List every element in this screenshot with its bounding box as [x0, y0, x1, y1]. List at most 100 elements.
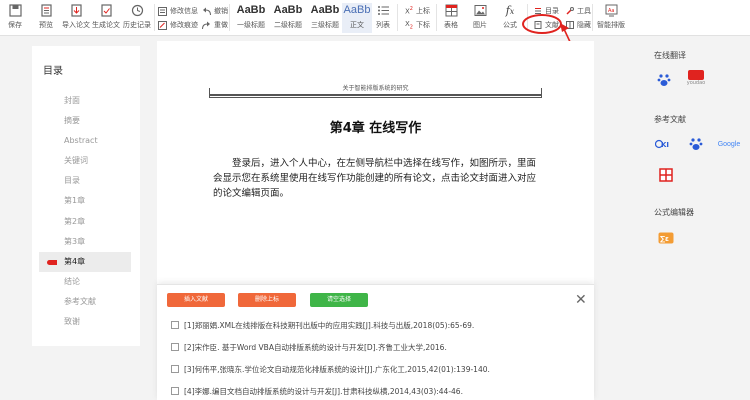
chapter-heading[interactable]: 第4章 在线写作: [157, 117, 594, 136]
table-label: 表格: [444, 21, 458, 29]
body-style-button[interactable]: AaBb 正文: [342, 3, 372, 33]
google-logo-icon[interactable]: Google: [716, 134, 742, 154]
list-icon: [375, 3, 391, 17]
undo-label: 撤销: [214, 7, 228, 15]
preview-icon: [38, 3, 54, 17]
toc-sidebar: 目录 封面 摘要 Abstract 关键词 目录 第1章 第2章 第3章 第4章…: [32, 46, 140, 346]
online-translate-title: 在线翻译: [654, 51, 686, 60]
reference-panel: 插入文献 删除上标 请空选择 ✕ [1]郑丽娟.XML在线排版在科技期刊出版中的…: [157, 284, 594, 400]
smart-layout-label: 智能排版: [597, 21, 625, 29]
toc-item-chapter3[interactable]: 第3章: [64, 232, 85, 252]
subscript-button[interactable]: X2 下标: [405, 19, 430, 31]
import-icon: [68, 3, 84, 17]
toc-item-toc[interactable]: 目录: [64, 171, 80, 191]
reference-row[interactable]: [1]郑丽娟.XML在线排版在科技期刊出版中的应用实践[J].科技与出版,201…: [171, 318, 474, 332]
toolbar-divider: [397, 4, 398, 31]
remove-superscript-button[interactable]: 删除上标: [238, 293, 296, 307]
header-rule-thin: [209, 97, 542, 98]
reference-checkbox[interactable]: [171, 387, 179, 395]
track-info-icon: [158, 6, 167, 16]
heading3-style-button[interactable]: AaBb 三级标题: [305, 3, 345, 33]
reference-checkbox[interactable]: [171, 321, 179, 329]
superscript-button[interactable]: X2 上标: [405, 5, 430, 17]
reference-text: [3]何伟平,张晓东.学位论文自动规范化排版系统的设计[J].广东化工,2015…: [184, 364, 490, 374]
body-paragraph[interactable]: 登录后，进入个人中心，在左侧导航栏中选择在线写作，如图所示，里面会显示您在系统里…: [213, 156, 543, 201]
table-button[interactable]: 表格: [441, 3, 461, 33]
formula-label: 公式: [503, 21, 517, 29]
image-button[interactable]: 图片: [470, 3, 490, 33]
generate-icon: [98, 3, 114, 17]
toolbar: 保存 预览 导入论文 生成论文 历史记录 修改信息 修改痕迹 撤销 重做 AaB…: [0, 0, 750, 36]
reference-row[interactable]: [3]何伟平,张晓东.学位论文自动规范化排版系统的设计[J].广东化工,2015…: [171, 362, 490, 376]
heading3-preview: AaBb: [310, 4, 340, 16]
toc-item-acknowledgements[interactable]: 致谢: [64, 312, 80, 332]
image-label: 图片: [473, 21, 487, 29]
cnki-logo-icon[interactable]: KI: [654, 134, 674, 154]
save-label: 保存: [8, 21, 22, 29]
toc-item-references[interactable]: 参考文献: [64, 292, 96, 312]
history-label: 历史记录: [123, 21, 151, 29]
list-label: 列表: [376, 21, 390, 29]
close-icon[interactable]: ✕: [575, 293, 587, 307]
heading1-preview: AaBb: [236, 4, 266, 16]
reference-row[interactable]: [2]宋作臣. 基于Word VBA自动排版系统的设计与开发[D].齐鲁工业大学…: [171, 340, 447, 354]
wanfang-logo-icon[interactable]: [656, 165, 676, 185]
insert-reference-button[interactable]: 插入文献: [167, 293, 225, 307]
superscript-icon: X2: [405, 6, 413, 16]
generate-paper-label: 生成论文: [92, 21, 120, 29]
baidu-paw-icon[interactable]: [654, 70, 674, 90]
toc-item-chapter1[interactable]: 第1章: [64, 191, 85, 211]
track-mark-button[interactable]: 修改痕迹: [158, 19, 198, 31]
toc-active-marker: [47, 260, 57, 265]
save-icon: [7, 3, 23, 17]
generate-paper-button[interactable]: 生成论文: [92, 3, 120, 33]
reference-text: [1]郑丽娟.XML在线排版在科技期刊出版中的应用实践[J].科技与出版,201…: [184, 320, 475, 330]
track-info-button[interactable]: 修改信息: [158, 5, 198, 17]
list-button[interactable]: 列表: [373, 3, 393, 33]
save-button[interactable]: 保存: [4, 3, 26, 33]
toc-item-abstract-en[interactable]: Abstract: [64, 131, 98, 151]
smart-layout-icon: Aa: [603, 3, 619, 17]
toc-item-conclusion[interactable]: 结论: [64, 272, 80, 292]
toc-item-abstract-cn[interactable]: 摘要: [64, 111, 80, 131]
history-button[interactable]: 历史记录: [123, 3, 151, 33]
toc-item-chapter4[interactable]: 第4章: [64, 252, 85, 272]
toc-item-keywords[interactable]: 关键词: [64, 151, 88, 171]
toc-item-cover[interactable]: 封面: [64, 91, 80, 111]
reference-checkbox[interactable]: [171, 343, 179, 351]
formula-button[interactable]: fx 公式: [500, 3, 520, 33]
tools-icon: [566, 7, 574, 15]
subscript-icon: X2: [405, 19, 413, 31]
google-label: Google: [717, 140, 741, 148]
reference-row[interactable]: [4]李娜.编目文档自动排版系统的设计与开发[J].甘肃科技纵横,2014,43…: [171, 384, 463, 398]
redo-label: 重做: [214, 21, 228, 29]
import-paper-label: 导入论文: [62, 21, 90, 29]
image-icon: [472, 3, 488, 17]
heading1-label: 一级标题: [237, 21, 265, 29]
heading1-style-button[interactable]: AaBb 一级标题: [231, 3, 271, 33]
redo-icon: [202, 21, 210, 29]
preview-label: 预览: [39, 21, 53, 29]
reference-checkbox[interactable]: [171, 365, 179, 373]
preview-button[interactable]: 预览: [35, 3, 57, 33]
undo-button[interactable]: 撤销: [202, 5, 228, 17]
table-icon: [443, 3, 459, 17]
clear-selection-button[interactable]: 请空选择: [310, 293, 368, 307]
formula-editor-icon[interactable]: ∑ε: [656, 228, 676, 248]
body-preview: AaBb: [343, 4, 371, 16]
redo-button[interactable]: 重做: [202, 19, 228, 31]
youdao-logo-icon[interactable]: youdao: [686, 68, 706, 88]
superscript-label: 上标: [415, 7, 430, 15]
heading2-style-button[interactable]: AaBb 二级标题: [268, 3, 308, 33]
track-info-label: 修改信息: [170, 7, 198, 15]
tools-button[interactable]: 工具: [566, 5, 591, 17]
import-paper-button[interactable]: 导入论文: [62, 3, 90, 33]
smart-layout-button[interactable]: Aa 智能排版: [597, 3, 625, 33]
svg-text:KI: KI: [661, 141, 669, 149]
heading2-preview: AaBb: [273, 4, 303, 16]
toc-item-chapter2[interactable]: 第2章: [64, 212, 85, 232]
undo-icon: [203, 7, 211, 15]
track-mark-icon: [158, 20, 167, 30]
youdao-label: youdao: [686, 80, 706, 86]
baidu-scholar-paw-icon[interactable]: [686, 134, 706, 154]
